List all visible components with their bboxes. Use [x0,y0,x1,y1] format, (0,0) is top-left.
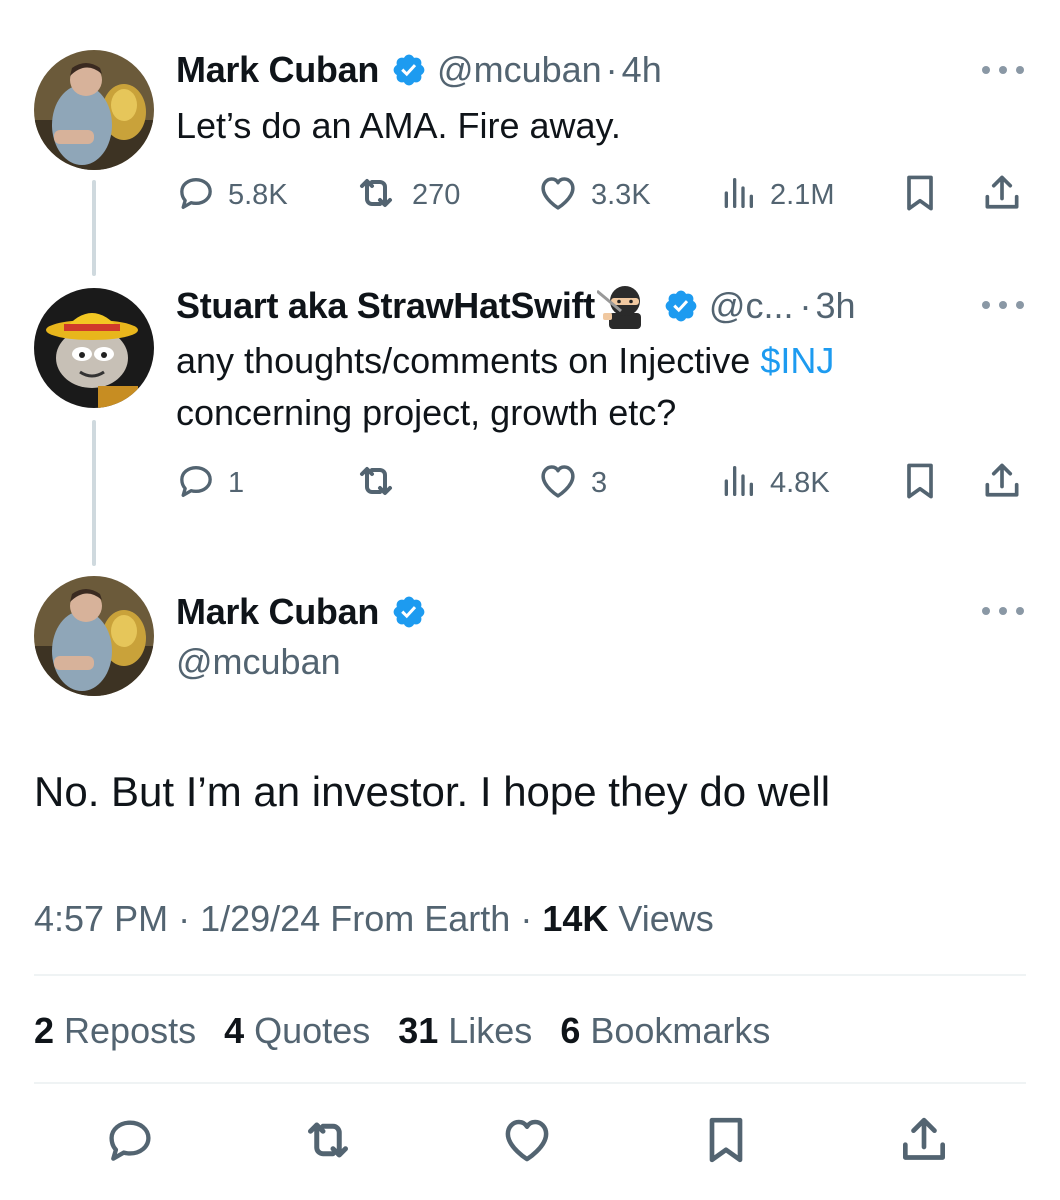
main-author-name[interactable]: Mark Cuban [176,591,379,633]
more-icon[interactable] [982,604,1024,618]
divider [34,1082,1026,1084]
separator-dot: · [605,49,618,90]
quotes-count: 4 [224,1010,245,1051]
quotes-stat[interactable]: 4 Quotes [224,1010,370,1052]
tweet2-share-button[interactable] [980,461,1024,505]
tweet1-reply-count: 5.8K [228,178,288,211]
tweet2-text-before: any thoughts/comments on Injective [176,340,761,381]
reply-icon [176,461,216,506]
tweet2-views-button[interactable]: 4.8K [718,461,830,505]
tweet1-bookmark-button[interactable] [898,173,942,217]
tweet2-header: Stuart aka StrawHatSwift @c... · 3h [176,283,856,329]
tweet2-text: any thoughts/comments on Injective $INJ … [176,335,996,439]
main-share-button[interactable] [896,1114,952,1170]
tweet1-text: Let’s do an AMA. Fire away. [176,105,621,146]
main-tweet-text: No. But I’m an investor. I hope they do … [34,768,831,815]
heart-icon [537,460,579,507]
views-icon [718,461,758,506]
separator-dot: · [799,285,812,326]
thread-line [92,420,96,566]
share-icon [980,459,1024,508]
likes-count: 31 [398,1010,439,1051]
likes-stat[interactable]: 31 Likes [398,1010,532,1052]
avatar-stuart[interactable] [34,288,154,408]
tweet2-bookmark-button[interactable] [898,461,942,505]
main-tweet-date[interactable]: 1/29/24 [200,898,320,939]
share-icon [980,171,1024,220]
tweet2-like-button[interactable]: 3 [537,461,607,505]
main-tweet-header: Mark Cuban [176,591,437,633]
tweet2-reply-count: 1 [228,466,245,499]
bookmarks-count: 6 [560,1010,581,1051]
tweet2-text-after: concerning project, growth etc? [176,392,677,433]
main-tweet-time[interactable]: 4:57 PM [34,898,168,939]
repost-icon [352,457,400,510]
heart-icon [500,1113,554,1172]
views-icon [718,173,758,218]
bookmark-icon [898,171,942,220]
tweet1-reply-button[interactable]: 5.8K [176,173,288,217]
likes-label: Likes [448,1010,533,1051]
avatar-mark-cuban[interactable] [34,50,154,170]
tweet2-like-count: 3 [591,466,608,499]
reposts-label: Reposts [64,1010,197,1051]
repost-icon [298,1110,358,1175]
main-tweet-meta: 4:57 PM · 1/29/24 From Earth · 14K Views [34,898,714,940]
ninja-emoji-icon [596,283,651,329]
divider [34,974,1026,976]
tweet2-view-count: 4.8K [770,466,830,499]
reposts-stat[interactable]: 2 Reposts [34,1010,196,1052]
main-repost-button[interactable] [298,1114,358,1170]
verified-badge-icon [663,288,699,324]
main-tweet-views-label: Views [618,898,714,939]
main-tweet-views-count: 14K [542,898,609,939]
main-author-handle[interactable]: @mcuban [176,641,341,683]
reply-icon [104,1114,156,1171]
engagement-stats: 2 Reposts 4 Quotes 31 Likes 6 Bookmarks [34,1010,770,1052]
reply-icon [176,173,216,218]
tweet1-share-button[interactable] [980,173,1024,217]
bookmarks-label: Bookmarks [590,1010,771,1051]
bookmarks-stat[interactable]: 6 Bookmarks [560,1010,770,1052]
more-icon[interactable] [982,298,1024,312]
tweet2-reply-button[interactable]: 1 [176,461,244,505]
tweet1-author-handle[interactable]: @mcuban [437,49,602,91]
tweet1-author-name[interactable]: Mark Cuban [176,49,379,91]
thread-line [92,180,96,276]
tweet1-timestamp[interactable]: 4h [622,49,662,91]
tweet1-like-button[interactable]: 3.3K [537,173,651,217]
avatar-mark-cuban[interactable] [34,576,154,696]
quotes-label: Quotes [254,1010,371,1051]
tweet1-views-button[interactable]: 2.1M [718,173,834,217]
more-icon[interactable] [982,63,1024,77]
tweet1-header: Mark Cuban @mcuban · 4h [176,49,662,91]
tweet2-timestamp[interactable]: 3h [815,285,855,327]
heart-icon [537,172,579,219]
tweet2-author-name[interactable]: Stuart aka StrawHatSwift [176,285,595,327]
tweet1-repost-button[interactable]: 270 [352,173,460,217]
separator-dot: · [520,898,533,939]
tweet2-author-handle[interactable]: @c... [709,285,794,327]
repost-icon [352,169,400,222]
main-bookmark-button[interactable] [698,1114,754,1170]
separator-dot: · [178,898,191,939]
tweet1-like-count: 3.3K [591,178,651,211]
bookmark-icon [698,1112,754,1173]
tweet1-repost-count: 270 [412,178,461,211]
tweet1-view-count: 2.1M [770,178,835,211]
main-like-button[interactable] [500,1114,554,1170]
verified-badge-icon [391,52,427,88]
verified-badge-icon [391,594,427,630]
share-icon [896,1112,952,1173]
tweet2-repost-button[interactable] [352,461,412,505]
main-tweet-source: From Earth [330,898,511,939]
main-reply-button[interactable] [104,1114,156,1170]
cashtag-link[interactable]: $INJ [760,340,834,381]
bookmark-icon [898,459,942,508]
reposts-count: 2 [34,1010,55,1051]
